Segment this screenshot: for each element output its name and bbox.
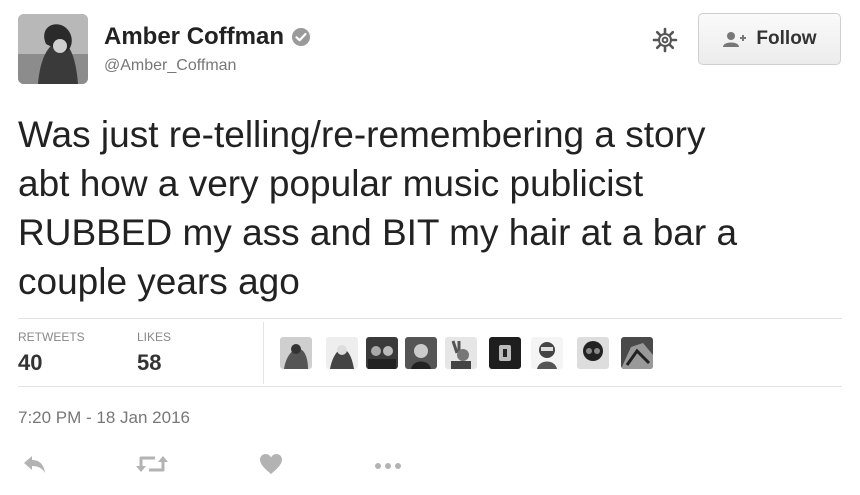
retweets-label: RETWEETS bbox=[18, 330, 85, 344]
likes-count: 58 bbox=[137, 350, 162, 375]
likes-label: LIKES bbox=[137, 330, 172, 344]
avatar[interactable] bbox=[18, 14, 88, 84]
liker-avatar[interactable] bbox=[531, 337, 563, 369]
follow-button[interactable]: Follow bbox=[698, 13, 841, 65]
retweet-icon bbox=[136, 456, 168, 472]
more-icon bbox=[375, 463, 401, 469]
like-button[interactable] bbox=[258, 452, 284, 480]
retweet-button[interactable] bbox=[135, 452, 169, 480]
liker-avatar[interactable] bbox=[405, 337, 437, 369]
tweet-line: couple years ago bbox=[18, 261, 300, 302]
liker-avatar[interactable] bbox=[489, 337, 521, 369]
tweet-line: abt how a very popular music publicist bbox=[18, 163, 644, 204]
likes-stat[interactable]: LIKES 58 bbox=[137, 330, 171, 376]
stats-divider bbox=[263, 322, 264, 384]
tweet-line: RUBBED my ass and BIT my hair at a bar a bbox=[18, 212, 738, 253]
heart-icon bbox=[260, 454, 282, 474]
author-name-row[interactable]: Amber Coffman bbox=[104, 23, 311, 51]
retweets-count: 40 bbox=[18, 350, 43, 375]
follow-label: Follow bbox=[756, 28, 817, 49]
tweet-text: Was just re-telling/re-remembering a sto… bbox=[18, 110, 838, 306]
reply-icon bbox=[24, 456, 45, 473]
liker-avatar[interactable] bbox=[621, 337, 653, 369]
author-handle[interactable]: @Amber_Coffman bbox=[104, 57, 236, 75]
author-name[interactable]: Amber Coffman bbox=[104, 23, 284, 51]
add-user-icon bbox=[723, 32, 747, 47]
more-button[interactable] bbox=[373, 452, 403, 480]
tweet-line: Was just re-telling/re-remembering a sto… bbox=[18, 114, 706, 155]
reply-button[interactable] bbox=[22, 452, 48, 480]
liker-avatar[interactable] bbox=[326, 337, 358, 369]
liker-avatar[interactable] bbox=[280, 337, 312, 369]
divider bbox=[18, 318, 842, 319]
liker-avatar[interactable] bbox=[445, 337, 477, 369]
divider bbox=[18, 386, 842, 387]
liker-avatar[interactable] bbox=[366, 337, 398, 369]
retweets-stat[interactable]: RETWEETS 40 bbox=[18, 330, 85, 376]
verified-badge-icon bbox=[292, 28, 311, 46]
gear-icon[interactable] bbox=[652, 27, 678, 53]
timestamp[interactable]: 7:20 PM - 18 Jan 2016 bbox=[18, 408, 190, 428]
liker-avatar[interactable] bbox=[577, 337, 609, 369]
